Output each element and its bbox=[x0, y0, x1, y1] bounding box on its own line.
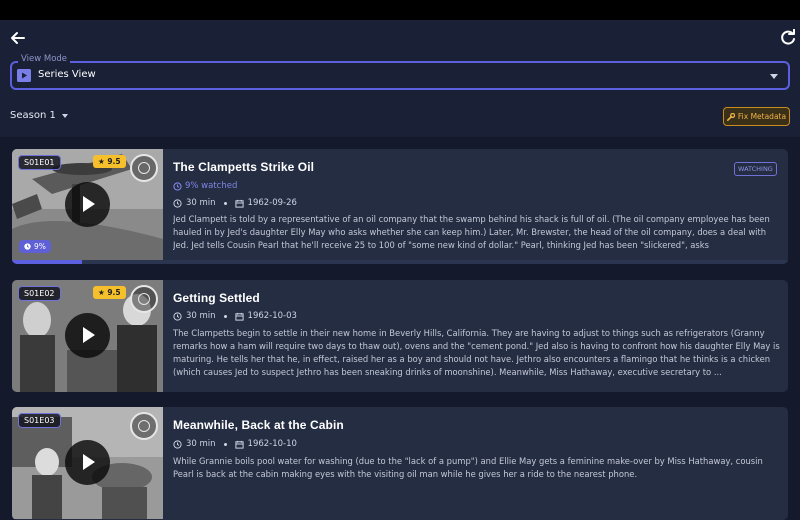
clock-icon bbox=[173, 198, 182, 208]
rating-badge: ★ 9.5 bbox=[93, 155, 126, 168]
history-icon bbox=[24, 243, 31, 250]
episode-title[interactable]: The Clampetts Strike Oil bbox=[173, 160, 314, 174]
mark-watched-button[interactable] bbox=[130, 412, 158, 440]
calendar-icon bbox=[234, 440, 244, 449]
episode-title[interactable]: Getting Settled bbox=[173, 291, 260, 305]
season-label: Season 1 bbox=[10, 110, 56, 121]
progress-value: 9% bbox=[34, 242, 46, 251]
view-mode-label: View Mode bbox=[18, 54, 71, 64]
play-button[interactable] bbox=[65, 182, 110, 227]
duration: 30 min bbox=[186, 198, 216, 208]
play-button[interactable] bbox=[65, 440, 110, 485]
episode-code-badge: S01E02 bbox=[18, 286, 61, 301]
watched-status: 9% watched bbox=[173, 181, 237, 191]
history-icon bbox=[173, 181, 182, 191]
progress-fill bbox=[12, 260, 82, 264]
clock-icon bbox=[173, 311, 182, 321]
calendar-icon bbox=[234, 199, 244, 208]
fix-metadata-label: Fix Metadata bbox=[737, 112, 787, 121]
air-date: 1962-10-10 bbox=[247, 439, 297, 449]
episode-card[interactable]: S01E03 Meanwhile, Back at the Cabin 30 m… bbox=[12, 407, 788, 520]
wrench-icon bbox=[726, 112, 735, 121]
duration: 30 min bbox=[186, 439, 216, 449]
episode-meta: 30 min 1962-10-03 bbox=[173, 311, 297, 321]
episode-thumbnail[interactable]: S01E01 ★ 9.5 9% bbox=[12, 149, 163, 264]
air-date: 1962-09-26 bbox=[247, 198, 297, 208]
episode-thumbnail[interactable]: S01E02 ★ 9.5 bbox=[12, 280, 163, 392]
air-date: 1962-10-03 bbox=[247, 311, 297, 321]
rating-badge: ★ 9.5 bbox=[93, 286, 126, 299]
separator-dot bbox=[223, 442, 227, 446]
watched-text: 9% watched bbox=[185, 181, 238, 191]
duration: 30 min bbox=[186, 311, 216, 321]
progress-badge: 9% bbox=[19, 240, 51, 253]
calendar-icon bbox=[234, 312, 244, 321]
view-mode-value: Series View bbox=[38, 69, 96, 80]
progress-bar bbox=[12, 260, 788, 264]
season-select[interactable]: Season 1 bbox=[10, 110, 68, 121]
series-icon bbox=[17, 69, 31, 82]
episode-description: While Grannie boils pool water for washi… bbox=[173, 456, 763, 479]
episode-description: Jed Clampett is told by a representative… bbox=[173, 214, 770, 250]
chevron-down-icon bbox=[770, 74, 778, 79]
separator-dot bbox=[223, 201, 227, 205]
play-button[interactable] bbox=[65, 313, 110, 358]
separator-dot bbox=[223, 314, 227, 318]
episode-card[interactable]: S01E02 ★ 9.5 Getting Settled 30 min 1962… bbox=[12, 280, 788, 392]
arrow-left-icon[interactable] bbox=[9, 29, 27, 47]
episode-card[interactable]: S01E01 ★ 9.5 9% The Clampetts Strike Oil… bbox=[12, 149, 788, 264]
view-mode-select[interactable]: View Mode Series View bbox=[10, 54, 790, 90]
episode-meta: 30 min 1962-10-10 bbox=[173, 439, 297, 449]
episode-code-badge: S01E03 bbox=[18, 413, 61, 428]
episode-thumbnail[interactable]: S01E03 bbox=[12, 407, 163, 520]
mark-watched-button[interactable] bbox=[130, 154, 158, 182]
episode-code-badge: S01E01 bbox=[18, 155, 61, 170]
episode-meta: 30 min 1962-09-26 bbox=[173, 198, 297, 208]
rating-value: 9.5 bbox=[107, 157, 121, 166]
refresh-icon[interactable] bbox=[779, 29, 797, 47]
chevron-down-icon bbox=[61, 114, 68, 118]
episode-description: The Clampetts begin to settle in their n… bbox=[173, 328, 780, 377]
status-badge: WATCHING bbox=[734, 162, 777, 176]
episode-title[interactable]: Meanwhile, Back at the Cabin bbox=[173, 418, 344, 432]
mark-watched-button[interactable] bbox=[130, 285, 158, 313]
fix-metadata-button[interactable]: Fix Metadata bbox=[723, 107, 790, 126]
top-strip bbox=[0, 0, 800, 20]
clock-icon bbox=[173, 439, 182, 449]
rating-value: 9.5 bbox=[107, 288, 121, 297]
